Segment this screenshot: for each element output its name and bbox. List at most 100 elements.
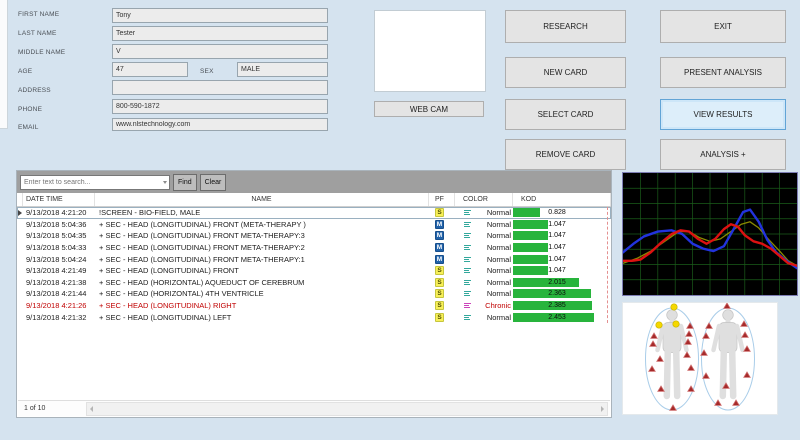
column-header-datetime[interactable]: DATE TIME <box>23 193 95 206</box>
marker-triangle-icon[interactable] <box>706 323 712 328</box>
table-row[interactable]: 9/13/2018 5:04:35+ SEC - HEAD (LONGITUDI… <box>17 230 611 242</box>
highlight-point-icon[interactable] <box>656 322 662 328</box>
scroll-left-icon[interactable] <box>90 406 93 412</box>
last-name-field[interactable] <box>112 26 328 41</box>
kod-value: 2.363 <box>513 290 601 297</box>
results-grid-panel: Find Clear DATE TIME NAME PF COLOR KOD 9… <box>16 170 612 418</box>
present-analysis-button[interactable]: PRESENT ANALYSIS <box>660 57 786 88</box>
remove-card-button[interactable]: REMOVE CARD <box>505 139 626 170</box>
table-row[interactable]: 9/13/2018 4:21:44+ SEC - HEAD (HORIZONTA… <box>17 288 611 300</box>
cell-datetime: 9/13/2018 4:21:20 <box>23 207 95 219</box>
table-row[interactable]: 9/13/2018 4:21:49+ SEC - HEAD (LONGITUDI… <box>17 265 611 277</box>
cell-datetime: 9/13/2018 4:21:44 <box>23 288 95 300</box>
select-card-button[interactable]: SELECT CARD <box>505 99 626 130</box>
cell-pf: S <box>429 311 455 323</box>
table-row[interactable]: 9/13/2018 5:04:33+ SEC - HEAD (LONGITUDI… <box>17 242 611 254</box>
new-card-button[interactable]: NEW CARD <box>505 57 626 88</box>
table-row[interactable]: 9/13/2018 4:21:20!SCREEN - BIO-FIELD, MA… <box>17 207 611 219</box>
cell-datetime: 9/13/2018 5:04:24 <box>23 253 95 265</box>
marker-triangle-icon[interactable] <box>688 365 694 370</box>
middle-name-field[interactable] <box>112 44 328 59</box>
marker-triangle-icon[interactable] <box>658 386 664 391</box>
color-scale-icon <box>464 266 471 275</box>
marker-triangle-icon[interactable] <box>733 400 739 405</box>
marker-triangle-icon[interactable] <box>684 352 690 357</box>
table-row[interactable]: 9/13/2018 4:21:38+ SEC - HEAD (HORIZONTA… <box>17 277 611 289</box>
column-header-pf[interactable]: PF <box>429 193 455 206</box>
cell-color: Normal <box>455 277 513 289</box>
table-row[interactable]: 9/13/2018 4:21:26+ SEC - HEAD (LONGITUDI… <box>17 300 611 312</box>
pf-s-badge-icon: S <box>435 278 444 287</box>
status-text: Normal <box>471 220 513 229</box>
table-row[interactable]: 9/13/2018 5:04:24+ SEC - HEAD (LONGITUDI… <box>17 253 611 265</box>
exit-button[interactable]: EXIT <box>660 10 786 43</box>
pf-s-badge-icon: S <box>435 313 444 322</box>
body-map-panel <box>622 302 778 415</box>
analysis-plus-button[interactable]: ANALYSIS + <box>660 139 786 170</box>
first-name-field[interactable] <box>112 8 328 23</box>
cell-name: + SEC - HEAD (LONGITUDINAL) FRONT META-T… <box>95 230 429 242</box>
cell-color: Normal <box>455 207 513 219</box>
table-row[interactable]: 9/13/2018 5:04:36+ SEC - HEAD (LONGITUDI… <box>17 219 611 231</box>
status-text: Normal <box>471 313 513 322</box>
marker-triangle-icon[interactable] <box>649 366 655 371</box>
cell-color: Normal <box>455 311 513 323</box>
horizontal-scrollbar[interactable] <box>86 402 608 416</box>
marker-triangle-icon[interactable] <box>742 332 748 337</box>
marker-triangle-icon[interactable] <box>703 373 709 378</box>
marker-triangle-icon[interactable] <box>670 405 676 410</box>
body-figure-back-part <box>719 323 737 353</box>
status-text: Normal <box>471 278 513 287</box>
sex-field[interactable] <box>237 62 328 77</box>
status-text: Normal <box>471 266 513 275</box>
marker-triangle-icon[interactable] <box>744 372 750 377</box>
cell-pf: S <box>429 300 455 312</box>
cell-color: Normal <box>455 219 513 231</box>
column-header-name[interactable]: NAME <box>95 193 429 206</box>
cell-pf: S <box>429 288 455 300</box>
marker-triangle-icon[interactable] <box>724 303 730 308</box>
marker-triangle-icon[interactable] <box>715 400 721 405</box>
phone-field[interactable] <box>112 99 328 114</box>
kod-value: 2.385 <box>513 302 601 309</box>
age-field[interactable] <box>112 62 188 77</box>
cell-kod: 0.828 <box>513 207 611 219</box>
address-label: ADDRESS <box>18 87 51 94</box>
body-figure-back-part <box>737 326 743 350</box>
cell-kod: 1.047 <box>513 242 611 254</box>
address-field[interactable] <box>112 80 328 95</box>
cell-name: + SEC - HEAD (HORIZONTAL) AQUEDUCT OF CE… <box>95 277 429 289</box>
pf-m-badge-icon: M <box>435 243 444 252</box>
cell-pf: M <box>429 242 455 254</box>
kod-value: 0.828 <box>513 209 601 216</box>
table-row[interactable]: 9/13/2018 4:21:32+ SEC - HEAD (LONGITUDI… <box>17 311 611 323</box>
cell-kod: 1.047 <box>513 253 611 265</box>
search-input[interactable] <box>20 175 170 190</box>
clear-button[interactable]: Clear <box>200 174 227 191</box>
cell-datetime: 9/13/2018 4:21:38 <box>23 277 95 289</box>
cell-kod: 2.453 <box>513 311 611 323</box>
scroll-right-icon[interactable] <box>601 406 604 412</box>
body-figure-front-part <box>667 310 678 321</box>
marker-triangle-icon[interactable] <box>686 331 692 336</box>
column-header-color[interactable]: COLOR <box>455 193 513 206</box>
marker-triangle-icon[interactable] <box>703 333 709 338</box>
highlight-point-icon[interactable] <box>671 304 677 310</box>
search-dropdown-icon[interactable] <box>163 181 167 184</box>
marker-triangle-icon[interactable] <box>744 346 750 351</box>
find-button[interactable]: Find <box>173 174 197 191</box>
column-header-kod[interactable]: KOD <box>513 193 611 206</box>
marker-triangle-icon[interactable] <box>657 356 663 361</box>
email-field[interactable] <box>112 118 328 131</box>
grid-search-bar: Find Clear <box>17 171 611 193</box>
status-text: Normal <box>471 231 513 240</box>
research-button[interactable]: RESEARCH <box>505 10 626 43</box>
webcam-button[interactable]: WEB CAM <box>374 101 484 117</box>
current-row-arrow-icon <box>18 210 22 216</box>
highlight-point-icon[interactable] <box>673 321 679 327</box>
sex-label: SEX <box>200 68 214 75</box>
body-figure-back-part <box>732 351 733 396</box>
marker-triangle-icon[interactable] <box>651 333 657 338</box>
marker-triangle-icon[interactable] <box>650 341 656 346</box>
view-results-button[interactable]: VIEW RESULTS <box>660 99 786 130</box>
